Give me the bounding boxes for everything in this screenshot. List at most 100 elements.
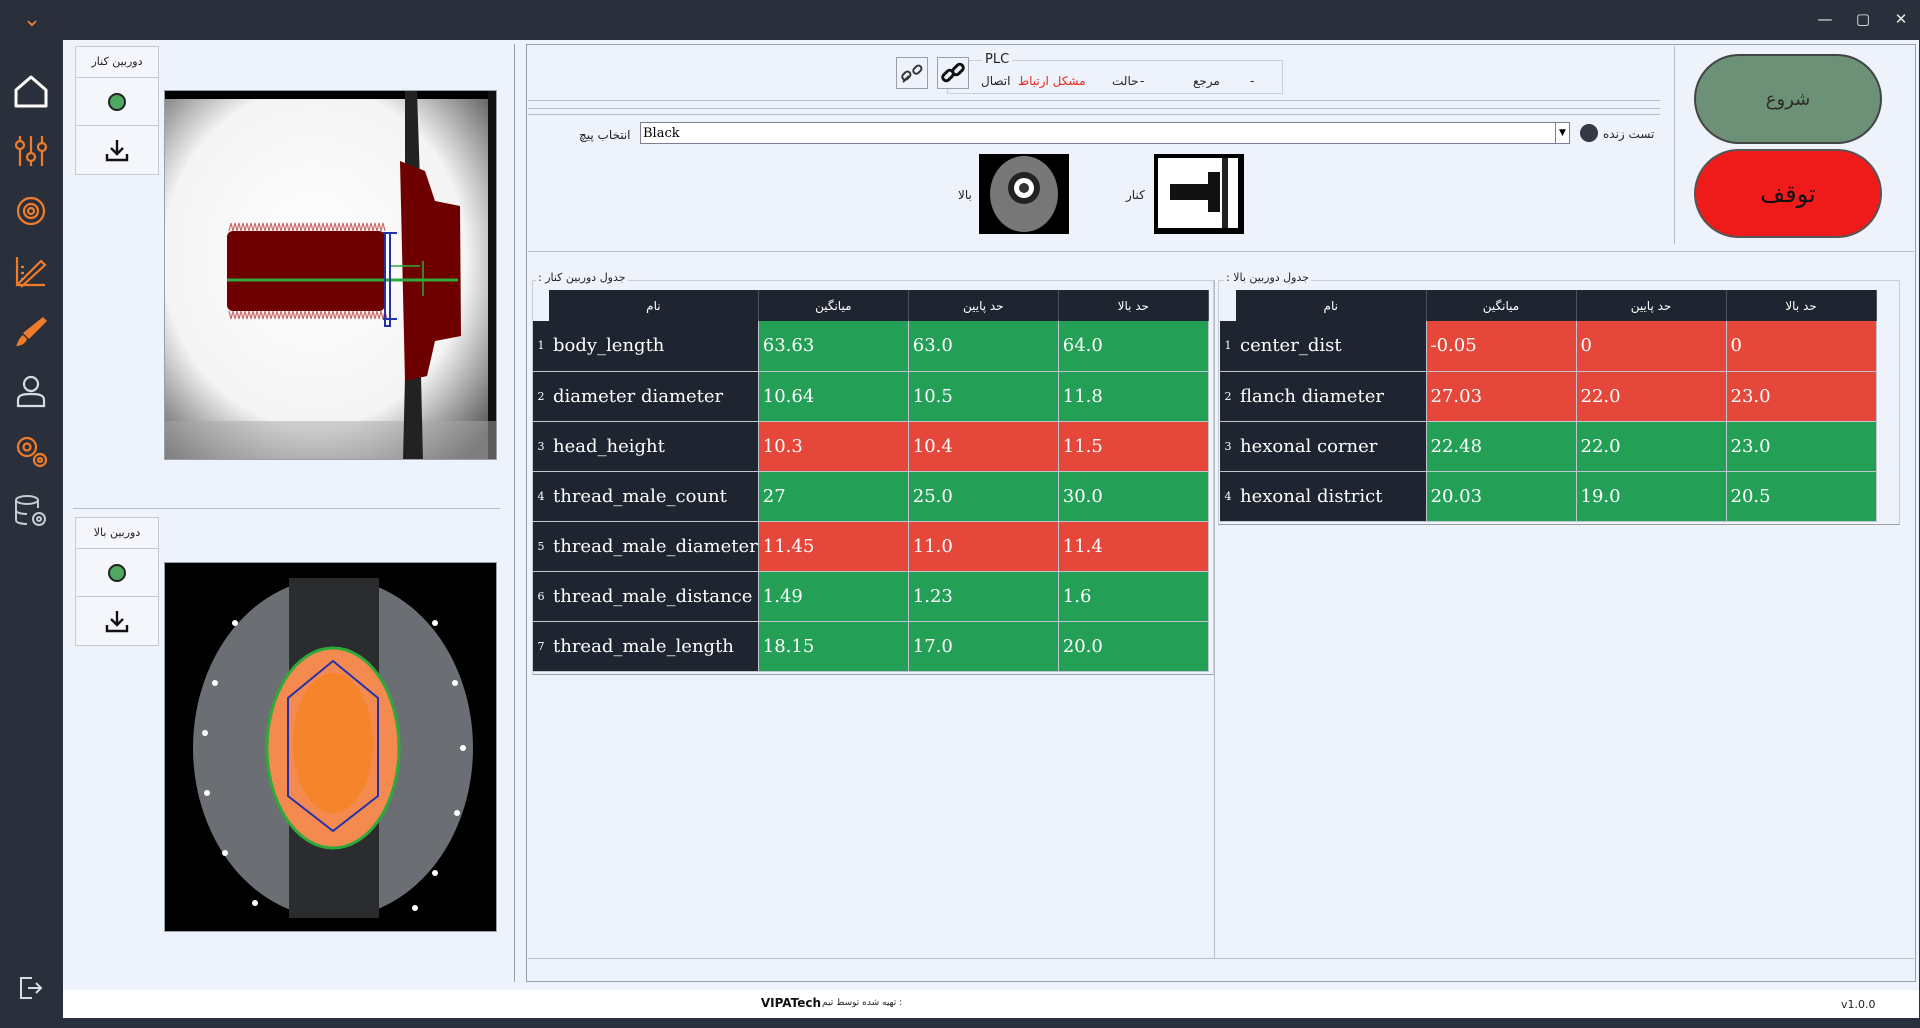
cell-upper[interactable]: 20.0: [1058, 621, 1209, 672]
col-mean-header[interactable]: میانگین: [758, 290, 909, 321]
row-index[interactable]: 4: [533, 471, 549, 522]
cell-mean[interactable]: 20.03: [1426, 471, 1577, 522]
minimize-button[interactable]: —: [1806, 0, 1844, 38]
cell-name[interactable]: center_dist: [1236, 321, 1427, 372]
sidebar-item-measure[interactable]: [10, 250, 52, 292]
row-index[interactable]: 1: [1220, 321, 1236, 372]
cell-mean[interactable]: 18.15: [758, 621, 909, 672]
col-mean-header[interactable]: میانگین: [1426, 290, 1577, 321]
row-index[interactable]: 5: [533, 521, 549, 572]
cell-upper[interactable]: 23.0: [1726, 421, 1877, 472]
cell-name[interactable]: head_height: [549, 421, 759, 472]
cell-name[interactable]: thread_male_distance: [549, 571, 759, 622]
row-index[interactable]: 6: [533, 571, 549, 622]
cell-lower[interactable]: 63.0: [908, 321, 1059, 372]
cell-upper[interactable]: 20.5: [1726, 471, 1877, 522]
cell-mean[interactable]: 10.3: [758, 421, 909, 472]
table-row[interactable]: 2 diameter diameter 10.64 10.5 11.8: [533, 371, 1209, 422]
cell-name[interactable]: hexonal district: [1236, 471, 1427, 522]
cell-mean[interactable]: 1.49: [758, 571, 909, 622]
row-index[interactable]: 3: [1220, 421, 1236, 472]
sidebar-item-home[interactable]: [10, 70, 52, 112]
cell-mean[interactable]: 10.64: [758, 371, 909, 422]
row-index[interactable]: 2: [533, 371, 549, 422]
cell-name[interactable]: thread_male_count: [549, 471, 759, 522]
row-index[interactable]: 1: [533, 321, 549, 372]
cell-mean[interactable]: -0.05: [1426, 321, 1577, 372]
cell-lower[interactable]: 19.0: [1576, 471, 1727, 522]
cell-lower[interactable]: 10.4: [908, 421, 1059, 472]
cell-name[interactable]: thread_male_diameter: [549, 521, 759, 572]
cell-lower[interactable]: 22.0: [1576, 371, 1727, 422]
row-index[interactable]: 2: [1220, 371, 1236, 422]
cell-upper[interactable]: 64.0: [1058, 321, 1209, 372]
cell-lower[interactable]: 22.0: [1576, 421, 1727, 472]
left-panel-separator: [514, 44, 515, 982]
live-test-toggle[interactable]: [1580, 124, 1598, 142]
cell-lower[interactable]: 11.0: [908, 521, 1059, 572]
plc-rule-1: [528, 100, 1660, 101]
cell-name[interactable]: body_length: [549, 321, 759, 372]
cell-upper[interactable]: 11.8: [1058, 371, 1209, 422]
cell-lower[interactable]: 25.0: [908, 471, 1059, 522]
cell-mean[interactable]: 11.45: [758, 521, 909, 572]
row-index[interactable]: 7: [533, 621, 549, 672]
table-row[interactable]: 3 head_height 10.3 10.4 11.5: [533, 421, 1209, 472]
sidebar-item-adjust[interactable]: [10, 130, 52, 172]
cell-name[interactable]: diameter diameter: [549, 371, 759, 422]
cell-upper[interactable]: 23.0: [1726, 371, 1877, 422]
connect-button[interactable]: [937, 57, 969, 89]
cell-name[interactable]: hexonal corner: [1236, 421, 1427, 472]
tables-separator: [1214, 280, 1215, 958]
cell-lower[interactable]: 0: [1576, 321, 1727, 372]
table-row[interactable]: 1 center_dist -0.05 0 0: [1220, 321, 1877, 372]
close-button[interactable]: ✕: [1882, 0, 1920, 38]
row-index[interactable]: 3: [533, 421, 549, 472]
plc-rule-2: [528, 108, 1660, 109]
cell-upper[interactable]: 11.4: [1058, 521, 1209, 572]
side-camera-download-button[interactable]: [76, 126, 158, 174]
table-row[interactable]: 6 thread_male_distance 1.49 1.23 1.6: [533, 571, 1209, 622]
table-row[interactable]: 4 thread_male_count 27 25.0 30.0: [533, 471, 1209, 522]
row-index[interactable]: 4: [1220, 471, 1236, 522]
table-row[interactable]: 4 hexonal district 20.03 19.0 20.5: [1220, 471, 1877, 522]
sidebar-item-processing[interactable]: [10, 190, 52, 232]
screw-select-dropdown[interactable]: Black ▼: [640, 122, 1570, 144]
table-row[interactable]: 1 body_length 63.63 63.0 64.0: [533, 321, 1209, 372]
col-upper-header[interactable]: حد بالا: [1726, 290, 1877, 321]
cell-mean[interactable]: 22.48: [1426, 421, 1577, 472]
table-row[interactable]: 5 thread_male_diameter 11.45 11.0 11.4: [533, 521, 1209, 572]
cell-upper[interactable]: 1.6: [1058, 571, 1209, 622]
sidebar-item-user[interactable]: [10, 370, 52, 412]
cell-upper[interactable]: 0: [1726, 321, 1877, 372]
col-lower-header[interactable]: حد پایین: [1576, 290, 1727, 321]
screw-select-label: انتخاب پیچ: [579, 128, 631, 142]
cell-upper[interactable]: 11.5: [1058, 421, 1209, 472]
maximize-button[interactable]: ▢: [1844, 0, 1882, 38]
collapse-chevron-icon[interactable]: ⌄: [18, 9, 46, 38]
table-row[interactable]: 2 flanch diameter 27.03 22.0 23.0: [1220, 371, 1877, 422]
table-row[interactable]: 3 hexonal corner 22.48 22.0 23.0: [1220, 421, 1877, 472]
cell-name[interactable]: thread_male_length: [549, 621, 759, 672]
cell-lower[interactable]: 1.23: [908, 571, 1059, 622]
sidebar-logout[interactable]: [13, 970, 49, 1006]
sidebar-item-database[interactable]: [10, 490, 52, 532]
cell-upper[interactable]: 30.0: [1058, 471, 1209, 522]
table-row[interactable]: 7 thread_male_length 18.15 17.0 20.0: [533, 621, 1209, 672]
col-name-header[interactable]: نام: [1236, 290, 1427, 321]
cell-lower[interactable]: 10.5: [908, 371, 1059, 422]
cell-mean[interactable]: 27.03: [1426, 371, 1577, 422]
top-camera-download-button[interactable]: [76, 597, 158, 645]
stop-button[interactable]: توقف: [1694, 149, 1882, 238]
disconnect-button[interactable]: [896, 57, 928, 89]
col-name-header[interactable]: نام: [549, 290, 759, 321]
start-button[interactable]: شروع: [1694, 54, 1882, 144]
cell-name[interactable]: flanch diameter: [1236, 371, 1427, 422]
col-upper-header[interactable]: حد بالا: [1058, 290, 1209, 321]
cell-mean[interactable]: 27: [758, 471, 909, 522]
cell-mean[interactable]: 63.63: [758, 321, 909, 372]
sidebar-item-settings[interactable]: [10, 430, 52, 472]
col-lower-header[interactable]: حد پایین: [908, 290, 1059, 321]
sidebar-item-paint[interactable]: [10, 310, 52, 352]
cell-lower[interactable]: 17.0: [908, 621, 1059, 672]
